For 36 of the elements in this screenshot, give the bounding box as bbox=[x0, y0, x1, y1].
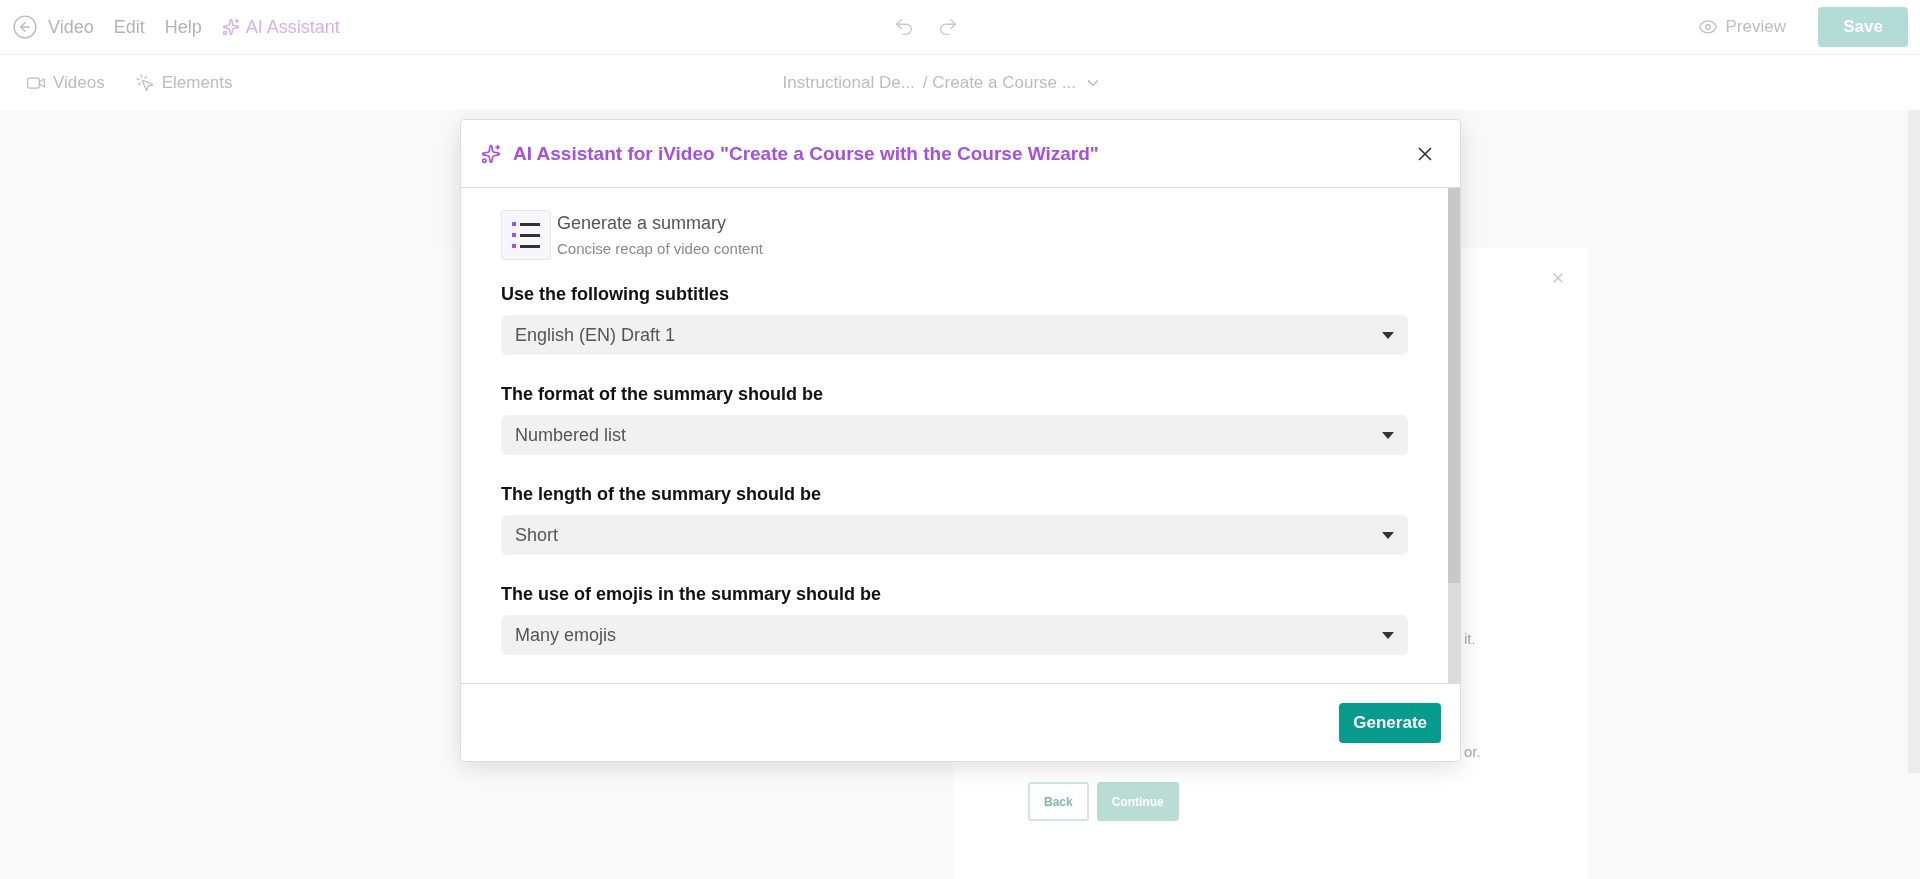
tab[interactable]: Elements bbox=[134, 72, 233, 93]
list-icon bbox=[501, 210, 551, 260]
field-label: The use of emojis in the summary should be bbox=[501, 584, 883, 605]
dialog-title: AI Assistant for iVideo "Create a Course with the Course Wizard" bbox=[513, 142, 1100, 165]
breadcrumb-item[interactable]: / Create a Course ... bbox=[922, 72, 1076, 93]
select-field[interactable]: English (EN) Draft 1 bbox=[501, 315, 1408, 355]
caret-icon bbox=[1382, 531, 1394, 539]
caret-icon bbox=[1382, 431, 1394, 439]
select-field[interactable]: Numbered list bbox=[501, 415, 1408, 455]
back-icon bbox=[12, 14, 38, 40]
text-fragment: or. bbox=[1464, 743, 1482, 760]
tab[interactable]: Videos bbox=[26, 72, 105, 93]
caret-icon bbox=[1382, 631, 1394, 639]
scrollbar[interactable] bbox=[1448, 188, 1460, 683]
breadcrumb-item[interactable]: Instructional De... bbox=[782, 72, 915, 93]
pointer-click-icon bbox=[134, 72, 155, 93]
task-subtitle: Concise recap of video content bbox=[557, 240, 763, 257]
select-field[interactable]: Many emojis bbox=[501, 615, 1408, 655]
select-field[interactable]: Short bbox=[501, 515, 1408, 555]
field-label: Use the following subtitles bbox=[501, 284, 730, 305]
back-button[interactable]: Back bbox=[1028, 782, 1089, 821]
task-title: Generate a summary bbox=[557, 213, 728, 234]
generate-button[interactable]: Generate bbox=[1339, 702, 1441, 743]
menu-item[interactable]: Edit bbox=[113, 16, 145, 38]
preview-button[interactable]: Preview bbox=[1691, 16, 1792, 38]
save-button[interactable]: Save bbox=[1818, 7, 1908, 47]
menu-item[interactable]: Video bbox=[48, 16, 94, 38]
caret-icon bbox=[1382, 331, 1394, 339]
menu-item[interactable]: AI Assistant bbox=[221, 16, 340, 38]
field-label: The length of the summary should be bbox=[501, 484, 823, 505]
sparkles-icon bbox=[481, 143, 501, 164]
continue-button[interactable]: Continue bbox=[1096, 782, 1179, 821]
field-label: The format of the summary should be bbox=[501, 384, 825, 405]
text-fragment: it. bbox=[1464, 630, 1477, 647]
menu-item[interactable]: Help bbox=[164, 16, 202, 38]
sparkles-icon bbox=[221, 18, 240, 36]
